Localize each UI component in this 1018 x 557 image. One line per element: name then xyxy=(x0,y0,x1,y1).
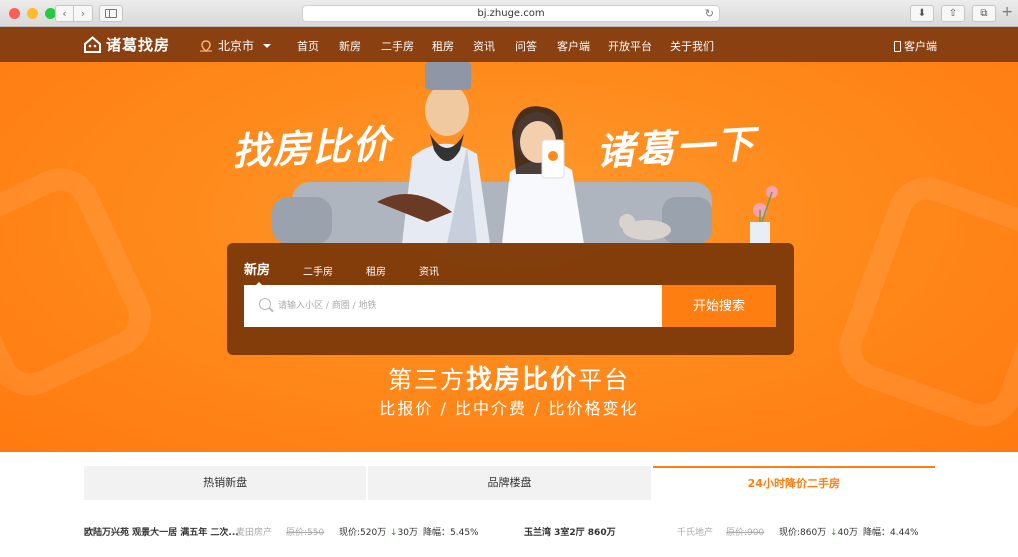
listing-title[interactable]: 玉兰湾 3室2厅 860万 xyxy=(524,525,616,538)
browser-toolbar: ‹ › bj.zhuge.com ↻ ⬇ ⇧ ⧉ + xyxy=(0,0,1018,27)
new-tab-button[interactable]: + xyxy=(1001,5,1013,19)
hero-illustration xyxy=(272,62,778,244)
price-drop-list: 欧陆万兴苑 观景大一居 满五年 二次... 麦田房产 原价:550 现价:520… xyxy=(84,525,935,539)
main-nav: 首页 新房 二手房 租房 资讯 问答 客户端 开放平台 关于我们 xyxy=(297,38,730,54)
sidebar-toggle-button[interactable] xyxy=(99,5,123,22)
logo-text: 诸葛找房 xyxy=(106,36,171,54)
nav-home[interactable]: 首页 xyxy=(297,38,339,54)
forward-button[interactable]: › xyxy=(74,5,93,22)
arrow-down-icon: ↓ xyxy=(830,528,838,538)
listing-drop-amount: 30万 xyxy=(397,528,418,538)
nav-about[interactable]: 关于我们 xyxy=(670,38,730,54)
downloads-button[interactable]: ⬇ xyxy=(910,5,934,22)
search-icon xyxy=(259,298,271,310)
nav-second-hand[interactable]: 二手房 xyxy=(381,38,432,54)
house-logo-icon xyxy=(84,36,101,53)
nav-open-platform[interactable]: 开放平台 xyxy=(608,38,670,54)
hero-tagline: 第三方找房比价平台 xyxy=(0,359,1018,396)
site-logo[interactable]: 诸葛找房 xyxy=(84,34,170,55)
tab-price-drop-24h[interactable]: 24小时降价二手房 xyxy=(652,466,935,500)
search-tab-second-hand[interactable]: 二手房 xyxy=(303,263,333,278)
chevron-down-icon xyxy=(263,43,272,48)
search-button[interactable]: 开始搜索 xyxy=(662,285,776,327)
listing-price-drop: ↓40万 xyxy=(830,525,858,538)
site-header: 诸葛找房 北京市 首页 新房 二手房 租房 资讯 问答 客户端 开放平台 关于我… xyxy=(0,27,1018,62)
tab-brand-developments[interactable]: 品牌楼盘 xyxy=(368,466,651,500)
listing-price-drop: ↓30万 xyxy=(390,525,418,538)
search-box xyxy=(244,285,662,327)
nav-new-homes[interactable]: 新房 xyxy=(339,38,381,54)
address-bar[interactable]: bj.zhuge.com ↻ xyxy=(302,5,720,22)
listing-original-price: 原价:900 xyxy=(726,528,765,538)
close-window-button[interactable] xyxy=(9,8,20,19)
listing-original-price: 原价:550 xyxy=(286,528,325,538)
back-button[interactable]: ‹ xyxy=(55,5,74,22)
tagline-prefix: 第三方 xyxy=(387,366,466,394)
search-input[interactable] xyxy=(278,285,658,327)
search-tab-news[interactable]: 资讯 xyxy=(419,263,439,278)
city-selector[interactable]: 北京市 xyxy=(199,37,272,54)
listing-agency: 千氏地产 xyxy=(677,528,714,538)
hero-subtagline: 比报价 / 比中介费 / 比价格变化 xyxy=(379,399,639,418)
share-button[interactable]: ⇧ xyxy=(941,5,965,22)
arrow-down-icon: ↓ xyxy=(390,528,398,538)
nav-news[interactable]: 资讯 xyxy=(473,38,515,54)
minimize-window-button[interactable] xyxy=(27,8,38,19)
search-tab-new-homes[interactable]: 新房 xyxy=(244,259,270,287)
listing-drop-rate: 降幅：4.44% xyxy=(863,528,919,538)
tagline-emphasis: 找房比价 xyxy=(465,365,578,395)
listing-title[interactable]: 欧陆万兴苑 观景大一居 满五年 二次... xyxy=(84,525,239,538)
reload-icon[interactable]: ↻ xyxy=(705,6,714,21)
nav-client[interactable]: 客户端 xyxy=(557,38,608,54)
phone-icon xyxy=(894,40,901,52)
location-icon xyxy=(200,39,212,52)
tabs-overview-button[interactable]: ⧉ xyxy=(972,5,996,22)
tagline-suffix: 平台 xyxy=(578,366,630,394)
nav-rent[interactable]: 租房 xyxy=(432,38,473,54)
listing-drop-amount: 40万 xyxy=(837,528,858,538)
hero-banner: 找房比价 诸葛一下 新房 二手房 租房 资讯 请输入小区 / 商圈 / 地铁 开… xyxy=(0,62,1018,452)
listing-section-tabs: 热销新盘 品牌楼盘 24小时降价二手房 xyxy=(84,466,935,500)
search-tab-rent[interactable]: 租房 xyxy=(366,263,386,278)
tab-hot-new-homes[interactable]: 热销新盘 xyxy=(84,466,367,500)
listing-current-price: 现价:520万 xyxy=(339,528,387,538)
search-panel: 新房 二手房 租房 资讯 开始搜索 xyxy=(227,243,794,355)
window-controls xyxy=(9,8,56,19)
history-nav: ‹ › xyxy=(55,5,93,22)
client-download-link[interactable]: 客户端 xyxy=(894,38,937,54)
listing-current-price: 现价:860万 xyxy=(779,528,827,538)
search-tabs: 新房 二手房 租房 资讯 xyxy=(244,259,472,287)
city-name: 北京市 xyxy=(218,39,255,53)
listing-drop-rate: 降幅：5.45% xyxy=(423,528,479,538)
client-label: 客户端 xyxy=(904,40,937,53)
listing-agency: 麦田房产 xyxy=(236,528,273,538)
url-text: bj.zhuge.com xyxy=(477,8,545,19)
nav-qa[interactable]: 问答 xyxy=(515,38,557,54)
sidebar-icon xyxy=(105,9,117,18)
